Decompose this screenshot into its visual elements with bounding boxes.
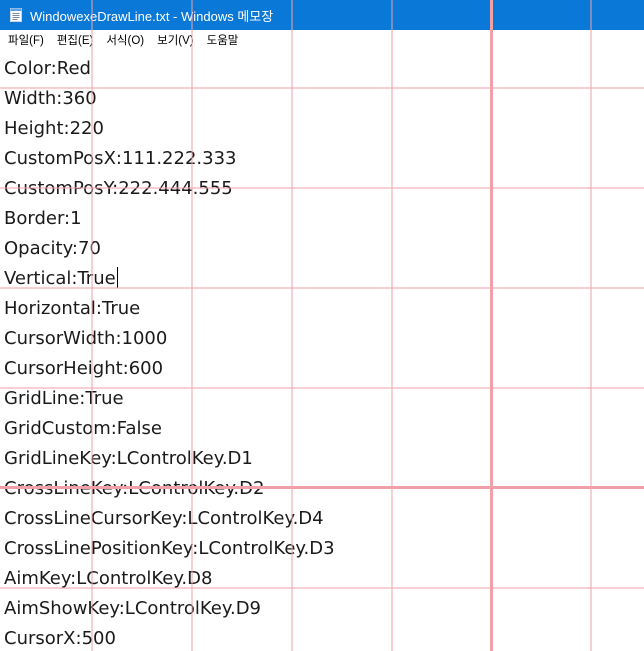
text-line: CrossLineCursorKey:LControlKey.D4 bbox=[4, 504, 335, 534]
text-line-content: GridLineKey:LControlKey.D1 bbox=[4, 448, 253, 469]
text-line-content: CursorX:500 bbox=[4, 628, 116, 649]
text-line-content: Opacity:70 bbox=[4, 238, 101, 259]
text-line-content: CustomPosX:111.222.333 bbox=[4, 148, 237, 169]
notepad-icon bbox=[8, 7, 24, 23]
menu-bar: 파일(F) 편집(E) 서식(O) 보기(V) 도움말 bbox=[0, 30, 644, 52]
text-caret bbox=[116, 267, 118, 288]
text-line-content: CursorHeight:600 bbox=[4, 358, 164, 379]
menu-help[interactable]: 도움말 bbox=[202, 30, 244, 52]
text-line: AimShowKey:LControlKey.D9 bbox=[4, 594, 335, 624]
menu-format[interactable]: 서식(O) bbox=[101, 30, 149, 52]
text-line-content: Width:360 bbox=[4, 88, 97, 109]
text-line-content: GridLine:True bbox=[4, 388, 124, 409]
text-line-content: CustomPosY:222.444.555 bbox=[4, 178, 233, 199]
text-line: Width:360 bbox=[4, 84, 335, 114]
text-line: GridLine:True bbox=[4, 384, 335, 414]
text-content: Color:Red Width:360 Height:220 CustomPos… bbox=[4, 54, 335, 651]
text-line-content: Height:220 bbox=[4, 118, 104, 139]
text-line-content: CrossLinePositionKey:LControlKey.D3 bbox=[4, 538, 335, 559]
text-line: CustomPosY:222.444.555 bbox=[4, 174, 335, 204]
text-line: CursorHeight:600 bbox=[4, 354, 335, 384]
text-line-content: Vertical:True bbox=[4, 268, 116, 289]
text-line-content: CrossLineCursorKey:LControlKey.D4 bbox=[4, 508, 324, 529]
menu-edit[interactable]: 편집(E) bbox=[52, 30, 99, 52]
menu-view[interactable]: 보기(V) bbox=[152, 30, 199, 52]
title-bar[interactable]: WindowexeDrawLine.txt - Windows 메모장 bbox=[0, 0, 644, 30]
text-editor-area[interactable]: Color:Red Width:360 Height:220 CustomPos… bbox=[0, 54, 644, 651]
text-line-content: GridCustom:False bbox=[4, 418, 162, 439]
text-line: Vertical:True bbox=[4, 264, 335, 294]
text-line: CrossLineKey:LControlKey.D2 bbox=[4, 474, 335, 504]
text-line: CrossLinePositionKey:LControlKey.D3 bbox=[4, 534, 335, 564]
text-line-content: CursorWidth:1000 bbox=[4, 328, 168, 349]
text-line: AimKey:LControlKey.D8 bbox=[4, 564, 335, 594]
text-line: Opacity:70 bbox=[4, 234, 335, 264]
text-line-content: Color:Red bbox=[4, 58, 91, 79]
text-line: CustomPosX:111.222.333 bbox=[4, 144, 335, 174]
text-line-content: Border:1 bbox=[4, 208, 82, 229]
text-line: GridLineKey:LControlKey.D1 bbox=[4, 444, 335, 474]
menu-file[interactable]: 파일(F) bbox=[3, 30, 49, 52]
notepad-window: WindowexeDrawLine.txt - Windows 메모장 파일(F… bbox=[0, 0, 644, 651]
window-title: WindowexeDrawLine.txt - Windows 메모장 bbox=[30, 8, 274, 24]
text-line: CursorX:500 bbox=[4, 624, 335, 651]
text-line-content: AimKey:LControlKey.D8 bbox=[4, 568, 213, 589]
text-line-content: AimShowKey:LControlKey.D9 bbox=[4, 598, 262, 619]
text-line: GridCustom:False bbox=[4, 414, 335, 444]
text-line-content: CrossLineKey:LControlKey.D2 bbox=[4, 478, 265, 499]
text-line: Color:Red bbox=[4, 54, 335, 84]
text-line: Height:220 bbox=[4, 114, 335, 144]
text-line-content: Horizontal:True bbox=[4, 298, 141, 319]
text-line: CursorWidth:1000 bbox=[4, 324, 335, 354]
text-line: Border:1 bbox=[4, 204, 335, 234]
text-line: Horizontal:True bbox=[4, 294, 335, 324]
